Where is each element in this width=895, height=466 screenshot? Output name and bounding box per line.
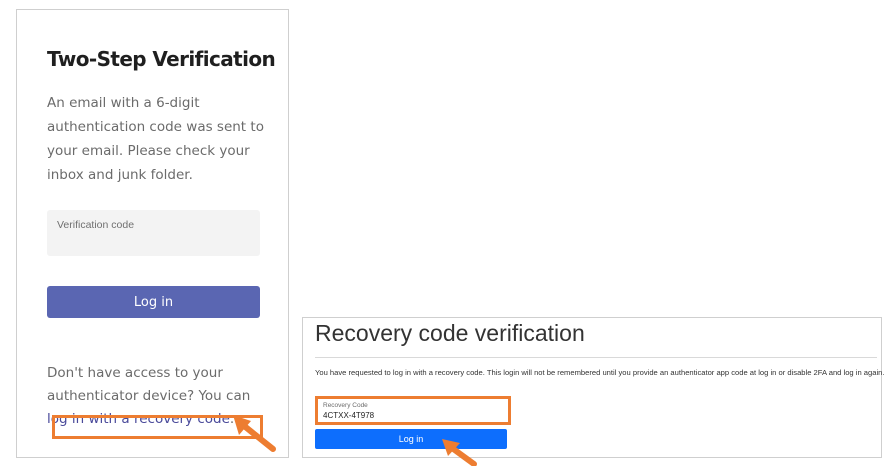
arrow-pointer-icon (233, 415, 276, 452)
verification-code-placeholder: Verification code (57, 219, 135, 231)
two-step-verification-card: Two-Step Verification An email with a 6-… (16, 9, 289, 458)
recovery-description: You have requested to log in with a reco… (315, 368, 885, 377)
recovery-page-title: Recovery code verification (315, 320, 585, 346)
verification-code-input[interactable]: Verification code (47, 210, 260, 256)
verification-description: An email with a 6-digit authentication c… (47, 95, 264, 183)
recovery-help-prefix: Don't have access to your authenticator … (47, 365, 251, 404)
recovery-code-input[interactable]: Recovery Code 4CTXX-4T978 (315, 396, 511, 425)
arrow-pointer-icon (442, 439, 477, 466)
recovery-code-value: 4CTXX-4T978 (323, 411, 375, 420)
recovery-code-label: Recovery Code (323, 402, 368, 409)
page-title: Two-Step Verification (47, 47, 276, 71)
recovery-code-verification-card: Recovery code verification You have requ… (302, 317, 885, 458)
login-button[interactable]: Log in (47, 286, 260, 318)
title-divider (315, 357, 877, 358)
